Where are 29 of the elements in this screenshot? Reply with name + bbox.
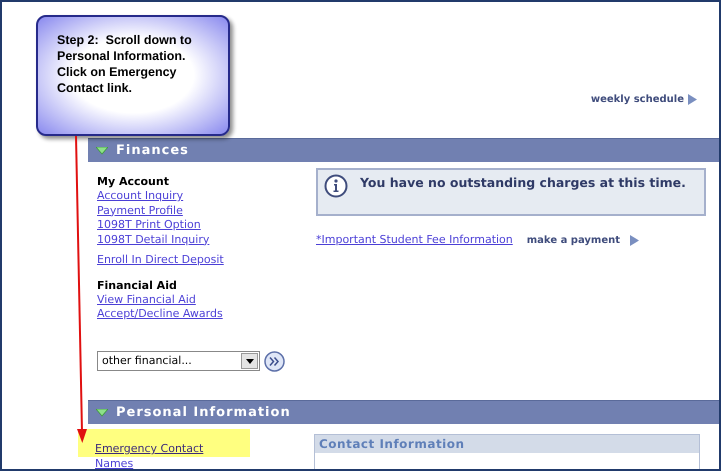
finance-link[interactable]: 1098T Print Option: [97, 218, 201, 232]
notice-text: You have no outstanding charges at this time.: [360, 174, 687, 192]
group-heading: My Account: [97, 174, 170, 189]
personal-link[interactable]: Names: [78, 457, 230, 469]
triangle-icon[interactable]: [96, 408, 108, 416]
section-title: Personal Information: [116, 404, 291, 422]
section-title: Finances: [116, 142, 189, 160]
personal-link[interactable]: Emergency Contact: [78, 429, 250, 457]
make-payment-link[interactable]: make a payment: [526, 232, 640, 248]
group-heading: Financial Aid: [97, 278, 178, 292]
finance-link[interactable]: Payment Profile: [97, 204, 183, 218]
weekly-schedule-link[interactable]: weekly schedule: [590, 92, 697, 106]
finance-link[interactable]: Enroll In Direct Deposit: [97, 253, 224, 268]
finance-link[interactable]: Account Inquiry: [97, 189, 184, 204]
contact-info-title: Contact Information: [319, 436, 465, 453]
triangle-icon[interactable]: [96, 146, 108, 154]
info-icon: [324, 174, 348, 198]
callout-text: Step 2: Scroll down to Personal Information. Click on Emergency Contact link.: [57, 32, 193, 96]
financial-dropdown[interactable]: other financial...: [97, 351, 260, 371]
go-button[interactable]: [264, 350, 285, 372]
caret-icon: [246, 358, 254, 364]
section-header[interactable]: Finances: [88, 138, 719, 162]
finance-link[interactable]: View Financial Aid: [97, 292, 196, 307]
section-header[interactable]: Personal Information: [88, 400, 719, 424]
play-icon: [630, 234, 640, 246]
fee-info-link[interactable]: *Important Student Fee Information: [316, 232, 513, 248]
play-icon: [688, 94, 697, 104]
finance-link[interactable]: 1098T Detail Inquiry: [97, 232, 210, 247]
finance-link[interactable]: Accept/Decline Awards: [97, 307, 223, 322]
